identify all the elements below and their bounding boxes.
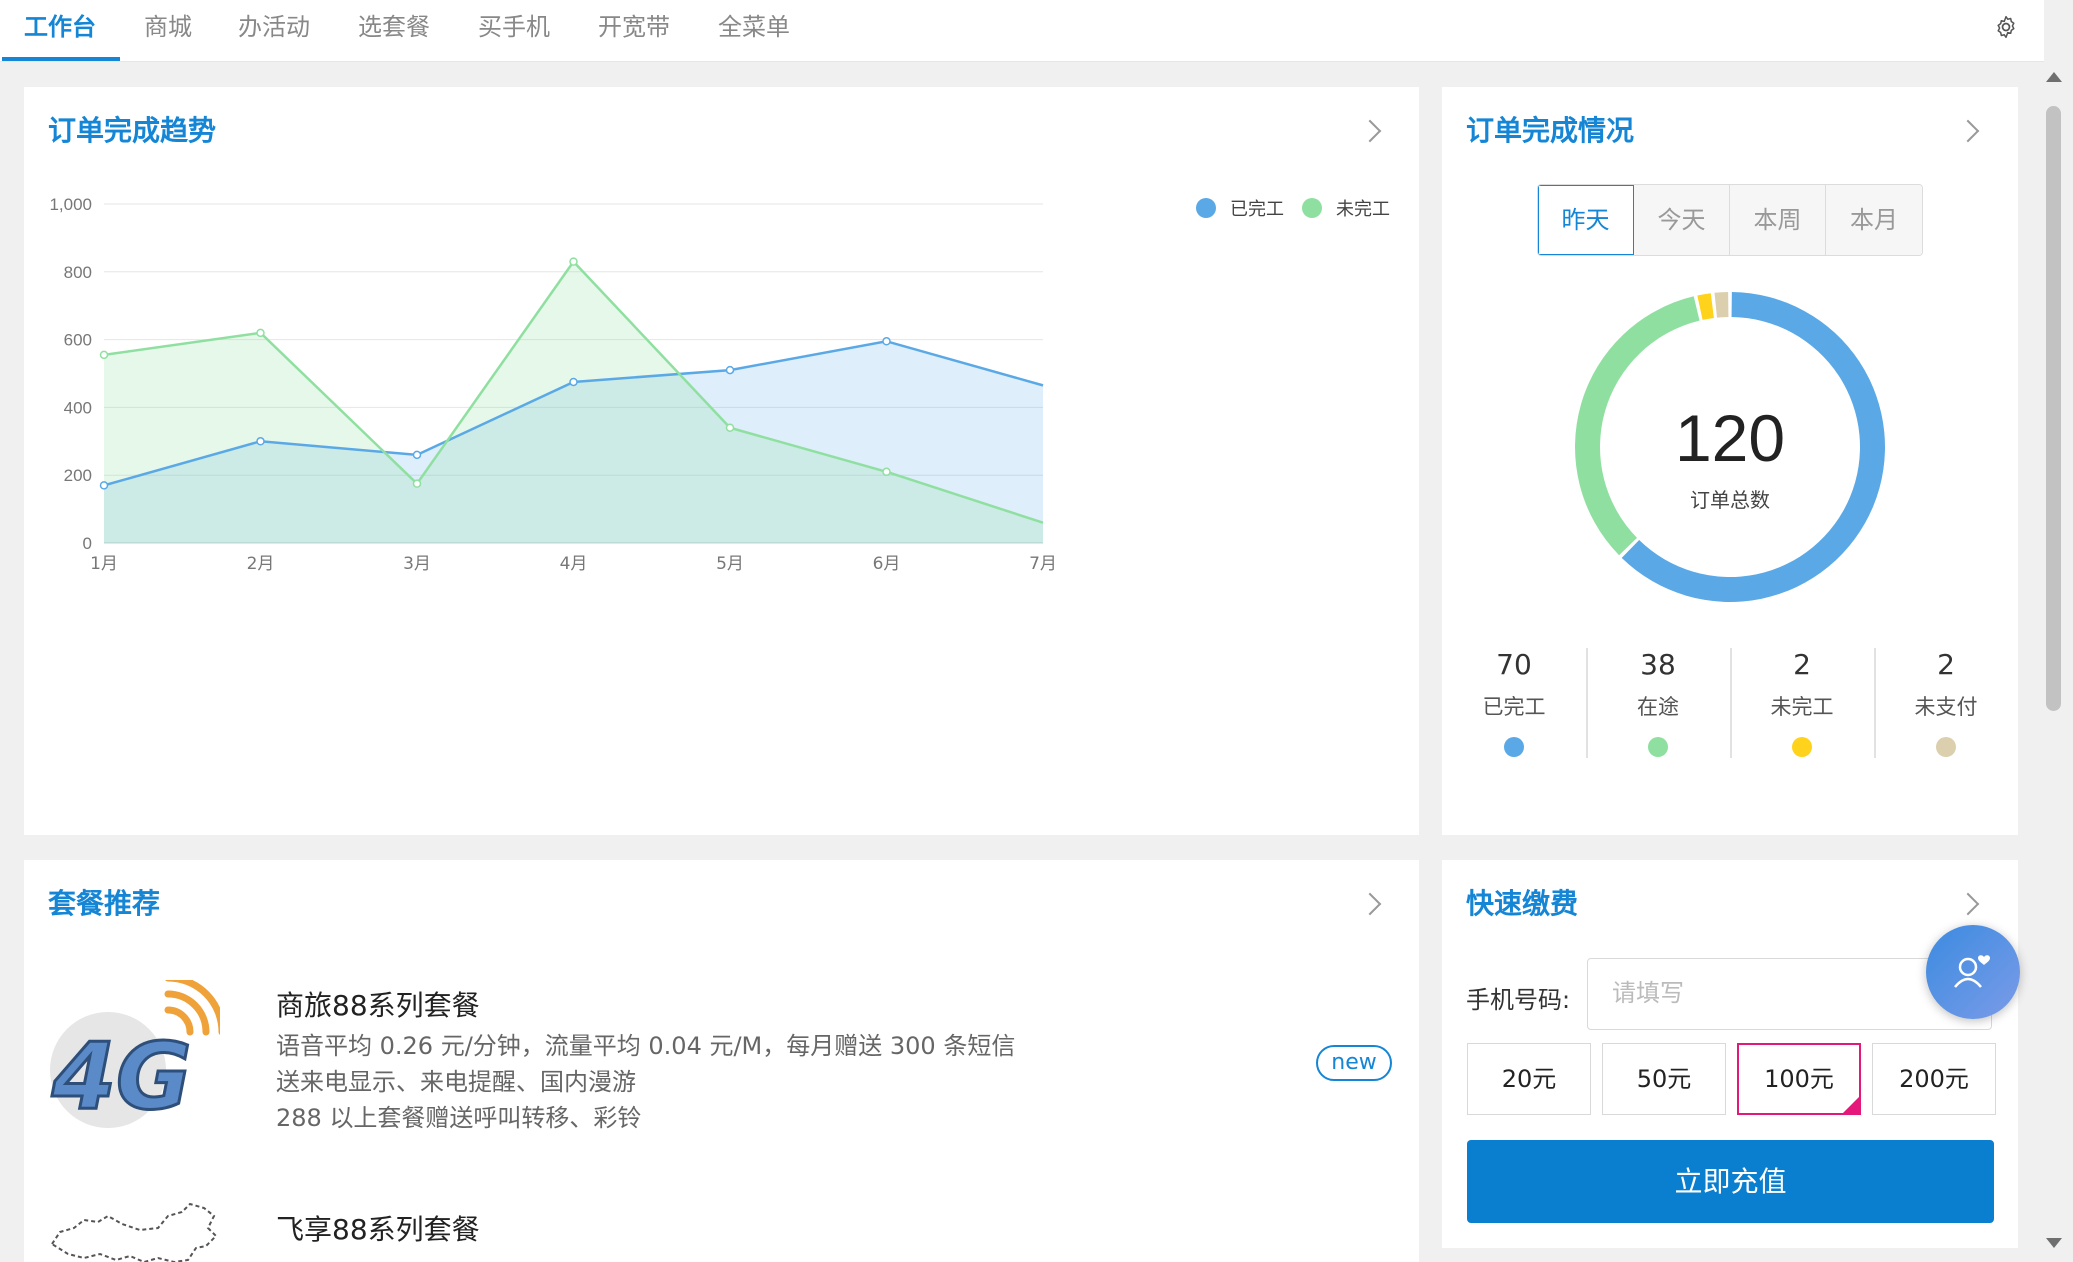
x-tick-label: 4月 [560,554,588,574]
phone-label: 手机号码: [1466,986,1571,1014]
amount-100[interactable]: 100元 [1737,1043,1861,1115]
range-this-week[interactable]: 本周 [1730,185,1826,255]
order-total-label: 订单总数 [1690,488,1770,512]
y-tick-label: 800 [64,263,92,282]
tab-workbench[interactable]: 工作台 [24,0,96,62]
x-tick-label: 2月 [247,554,275,574]
status-dot-icon [1504,737,1524,757]
stat-label: 未完工 [1770,695,1834,719]
status-dot-icon [1936,737,1956,757]
stat-in-transit: 38 在途 [1588,648,1728,757]
status-dot-icon [1648,737,1668,757]
amount-20[interactable]: 20元 [1467,1043,1591,1115]
data-point [99,481,109,490]
range-yesterday[interactable]: 昨天 [1538,185,1634,255]
checkmark-corner-icon [1842,1096,1860,1114]
customer-service-icon [1954,955,1990,988]
quick-payment-title: 快速缴费 [1466,887,1579,920]
stat-value: 70 [1496,648,1532,681]
data-point [882,337,891,346]
stat-unpaid: 2 未支付 [1876,648,2016,757]
order-trend-chart: 1,000 800 600 400 200 01月 2月 3月 4月 5月 6月 7月 [49,195,1057,574]
range-today[interactable]: 今天 [1634,185,1730,255]
donut-slice [1697,293,1714,320]
amount-label: 100元 [1764,1065,1834,1093]
order-trend-panel: 订单完成趋势 已完工 未完工 1,000 800 600 400 200 0 1月 2月 3月 4… [24,87,1419,835]
order-status-title: 订单完成情况 [1466,114,1635,147]
x-tick-label: 6月 [873,554,901,574]
y-tick-label: 0 [83,534,92,553]
y-tick-label: 200 [64,466,92,485]
data-point [725,365,735,375]
amount-200[interactable]: 200元 [1872,1043,1996,1115]
tab-activities[interactable]: 办活动 [238,0,310,62]
stat-label: 已完工 [1482,695,1546,719]
order-total-value: 120 [1674,401,1786,475]
new-badge: new [1316,1045,1392,1081]
data-point [569,377,578,387]
status-dot-icon [1792,737,1812,757]
data-point [256,437,265,446]
y-tick-label: 1,000 [49,195,92,214]
stat-value: 2 [1937,648,1955,681]
gear-icon[interactable] [1993,14,2019,40]
stat-label: 未支付 [1914,695,1978,719]
data-point [256,328,265,338]
package-name[interactable]: 商旅88系列套餐 [276,984,480,1024]
data-point [882,467,891,477]
svg-text:4G: 4G [51,1023,192,1130]
scroll-down-arrow-icon[interactable] [2046,1238,2062,1248]
tab-all-menu[interactable]: 全菜单 [718,0,790,62]
x-tick-label: 1月 [90,554,118,574]
tab-broadband[interactable]: 开宽带 [598,0,670,62]
tab-plans[interactable]: 选套餐 [358,0,430,62]
data-point [412,450,422,460]
stat-value: 38 [1640,648,1676,681]
package-desc-line: 送来电显示、来电提醒、国内漫游 [276,1068,636,1096]
tab-buy-phone[interactable]: 买手机 [478,0,550,62]
range-this-month[interactable]: 本月 [1826,185,1922,255]
x-tick-label: 7月 [1029,554,1057,574]
donut-slice [1714,292,1729,318]
chevron-right-icon[interactable] [1956,892,1980,916]
data-point [99,350,109,360]
stat-incomplete: 2 未完工 [1732,648,1872,757]
amount-50[interactable]: 50元 [1602,1043,1726,1115]
scroll-up-arrow-icon[interactable] [2046,72,2062,82]
stat-completed: 70 已完工 [1444,648,1584,757]
package-desc-line: 288 以上套餐赠送呼叫转移、彩铃 [276,1104,642,1132]
stat-label: 在途 [1637,695,1679,719]
range-selector: 昨天 今天 本周 本月 [1537,184,1923,256]
data-point [725,423,735,432]
china-map-icon [50,1202,218,1262]
data-point [569,257,578,266]
package-desc-line: 语音平均 0.26 元/分钟，流量平均 0.04 元/M，每月赠送 300 条短… [276,1032,1016,1060]
active-tab-indicator [2,57,120,61]
y-tick-label: 400 [64,398,92,417]
data-point [412,479,422,488]
customer-service-button[interactable] [1926,925,2020,1019]
top-tab-bar: 工作台 商城 办活动 选套餐 买手机 开宽带 全菜单 [0,0,2044,62]
package-recommend-title: 套餐推荐 [48,887,161,920]
4g-logo-icon: 4G [50,980,220,1132]
chevron-right-icon[interactable] [1956,119,1980,143]
scroll-thumb[interactable] [2046,106,2061,711]
y-tick-label: 600 [64,331,92,350]
x-tick-label: 5月 [716,554,744,574]
package-name[interactable]: 飞享88系列套餐 [276,1208,480,1248]
x-tick-label: 3月 [403,554,431,574]
recharge-button[interactable]: 立即充值 [1467,1140,1994,1223]
tab-mall[interactable]: 商城 [144,0,192,62]
chevron-right-icon[interactable] [1358,892,1382,916]
stat-value: 2 [1793,648,1811,681]
